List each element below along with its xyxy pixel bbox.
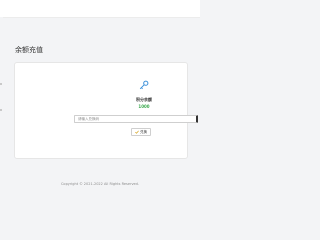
sidebar-item[interactable]	[0, 109, 2, 111]
footer-copyright: Copyright © 2021-2022 All Rights Reserve…	[60, 182, 140, 186]
page-title: 余额充值	[15, 46, 43, 54]
recharge-card	[14, 62, 188, 159]
redeem-button-label: 兑换	[140, 130, 147, 134]
balance-label: 积分余额	[136, 97, 152, 102]
redeem-code-input[interactable]	[74, 115, 198, 123]
key-icon	[139, 80, 149, 90]
redeem-button[interactable]: 兑换	[131, 128, 151, 136]
top-bar	[0, 0, 200, 18]
balance-value: 1000	[138, 104, 150, 109]
sidebar-item[interactable]	[0, 83, 2, 85]
sidebar-edge	[0, 17, 3, 200]
check-icon	[135, 130, 139, 134]
